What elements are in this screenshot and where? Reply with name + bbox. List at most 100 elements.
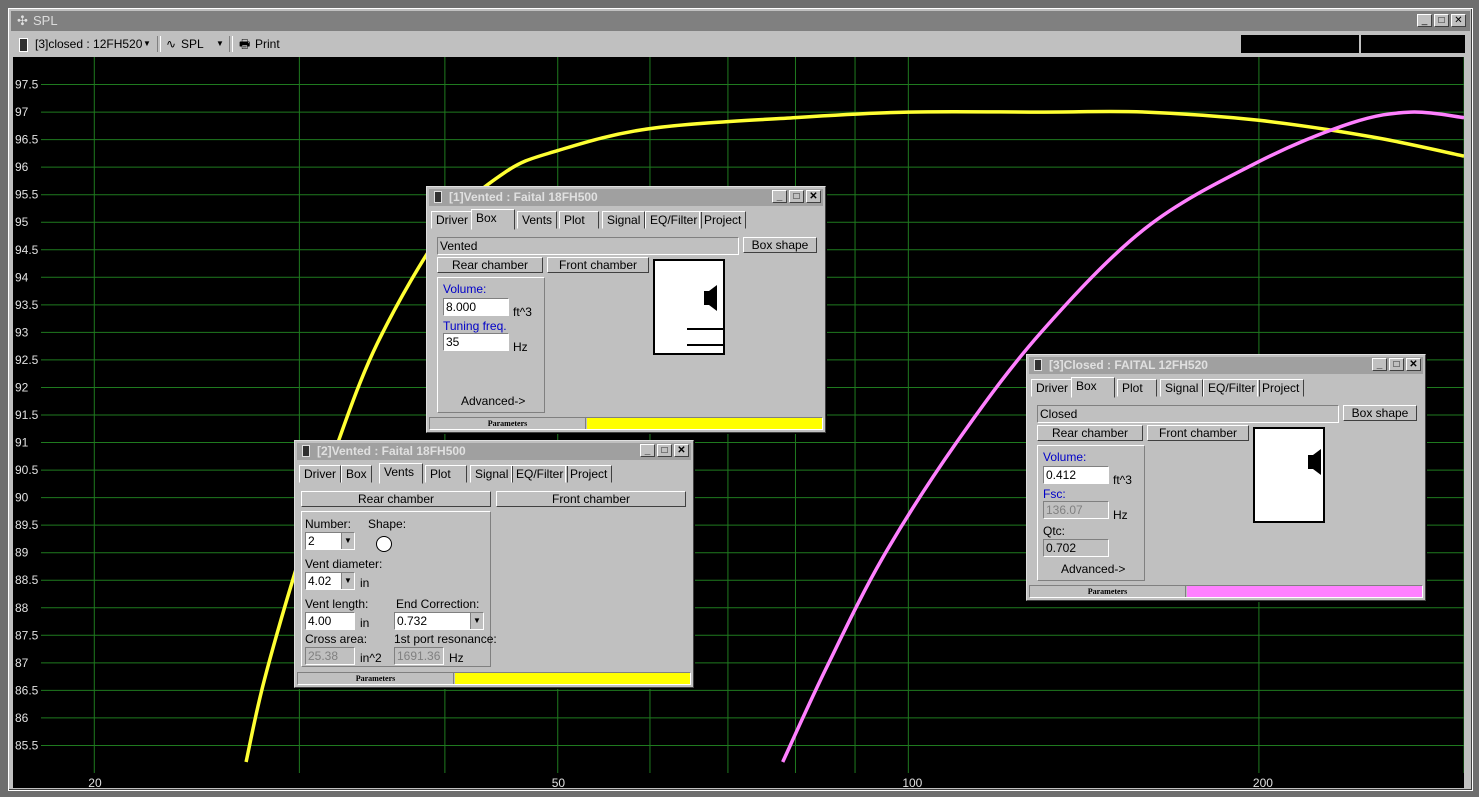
minimize-button[interactable]: _: [1417, 14, 1432, 27]
y-tick-label: 97: [15, 105, 29, 119]
box-type-field[interactable]: Vented: [437, 237, 739, 255]
vented-vents-window-2: [2]Vented : Faital 18FH500 _ □ ✕ Driver …: [294, 440, 694, 688]
minimize-button[interactable]: _: [1372, 358, 1387, 371]
chevron-down-icon[interactable]: ▼: [341, 533, 354, 549]
circle-shape-icon[interactable]: [376, 536, 392, 552]
minimize-button[interactable]: _: [640, 444, 655, 457]
status-bar: Parameters: [429, 417, 823, 430]
tab-driver[interactable]: Driver: [299, 465, 341, 483]
maximize-button[interactable]: □: [1389, 358, 1404, 371]
y-tick-label: 92: [15, 380, 29, 394]
close-button[interactable]: ✕: [1451, 14, 1466, 27]
diameter-value: 4.02: [308, 574, 332, 588]
fsc-unit: Hz: [1113, 508, 1128, 522]
y-tick-label: 89.5: [15, 518, 39, 532]
front-chamber-button[interactable]: Front chamber: [496, 491, 686, 507]
advanced-link[interactable]: Advanced->: [1061, 562, 1125, 576]
advanced-link[interactable]: Advanced->: [461, 394, 525, 408]
window-titlebar[interactable]: [2]Vented : Faital 18FH500 _ □ ✕: [297, 443, 691, 460]
window-titlebar[interactable]: [1]Vented : Faital 18FH500 _ □ ✕: [429, 189, 823, 206]
tab-plot[interactable]: Plot: [559, 211, 599, 229]
number-value: 2: [308, 534, 315, 548]
front-chamber-button[interactable]: Front chamber: [547, 257, 649, 273]
y-tick-label: 95: [15, 215, 29, 229]
tab-driver[interactable]: Driver: [1031, 379, 1073, 397]
maximize-button[interactable]: □: [1434, 14, 1449, 27]
chevron-down-icon[interactable]: ▼: [341, 573, 354, 589]
project-dropdown-icon[interactable]: ▼: [143, 35, 151, 53]
tab-box[interactable]: Box: [1071, 377, 1115, 398]
fsc-label: Fsc:: [1043, 487, 1066, 501]
rear-chamber-button[interactable]: Rear chamber: [301, 491, 491, 507]
shape-label: Shape:: [368, 517, 407, 531]
volume-input[interactable]: 0.412: [1043, 466, 1109, 484]
tab-project[interactable]: Project: [565, 465, 613, 483]
y-tick-label: 96.5: [15, 133, 39, 147]
rear-chamber-button[interactable]: Rear chamber: [1037, 425, 1143, 441]
volume-label: Volume:: [443, 282, 487, 296]
vented-box-window-1: [1]Vented : Faital 18FH500 _ □ ✕ Driver …: [426, 186, 826, 433]
project-select[interactable]: [3]closed : 12FH520: [35, 35, 142, 53]
box-type-field[interactable]: Closed: [1037, 405, 1339, 423]
box-preview: [653, 259, 725, 355]
close-button[interactable]: ✕: [1406, 358, 1421, 371]
minimize-button[interactable]: _: [772, 190, 787, 203]
rear-chamber-panel: Volume: 0.412 ft^3 Fsc: 136.07 Hz Qtc: 0…: [1037, 445, 1145, 581]
volume-label: Volume:: [1043, 450, 1087, 464]
box-shape-button[interactable]: Box shape: [743, 237, 817, 253]
tab-eq-filter[interactable]: EQ/Filter: [511, 465, 569, 483]
spl-titlebar[interactable]: ✣ SPL _ □ ✕: [11, 11, 1470, 31]
maximize-button[interactable]: □: [657, 444, 672, 457]
tab-project[interactable]: Project: [699, 211, 747, 229]
print-button[interactable]: Print: [255, 35, 280, 53]
tab-driver[interactable]: Driver: [431, 211, 473, 229]
readout-box-1: [1241, 35, 1359, 53]
tab-signal[interactable]: Signal: [470, 465, 514, 483]
length-input[interactable]: 4.00: [305, 612, 355, 630]
number-combo[interactable]: 2 ▼: [305, 532, 355, 550]
y-tick-label: 95.5: [15, 188, 39, 202]
plot-dropdown-icon[interactable]: ▼: [216, 35, 224, 53]
tab-project[interactable]: Project: [1257, 379, 1305, 397]
tuning-label: Tuning freq.: [443, 319, 507, 333]
plot-select[interactable]: SPL: [181, 35, 204, 53]
close-button[interactable]: ✕: [806, 190, 821, 203]
tab-eq-filter[interactable]: EQ/Filter: [1203, 379, 1261, 397]
maximize-button[interactable]: □: [789, 190, 804, 203]
volume-input[interactable]: 8.000: [443, 298, 509, 316]
front-chamber-button[interactable]: Front chamber: [1147, 425, 1249, 441]
cross-area-unit: in^2: [360, 651, 382, 665]
tab-signal[interactable]: Signal: [1160, 379, 1204, 397]
y-tick-label: 85.5: [15, 738, 39, 752]
length-label: Vent length:: [305, 597, 369, 611]
x-tick-label: 20: [88, 776, 102, 788]
tab-eq-filter[interactable]: EQ/Filter: [645, 211, 703, 229]
tab-plot[interactable]: Plot: [1117, 379, 1157, 397]
y-tick-label: 92.5: [15, 353, 39, 367]
diameter-combo[interactable]: 4.02 ▼: [305, 572, 355, 590]
status-bar: Parameters: [1029, 585, 1423, 598]
close-button[interactable]: ✕: [674, 444, 689, 457]
box-shape-button[interactable]: Box shape: [1343, 405, 1417, 421]
tab-strip: Driver Box Vents Plot Signal EQ/Filter P…: [431, 209, 821, 230]
tab-box[interactable]: Box: [471, 209, 515, 230]
x-tick-label: 100: [902, 776, 922, 788]
end-correction-combo[interactable]: 0.732 ▼: [394, 612, 484, 630]
tab-vents[interactable]: Vents: [379, 463, 423, 484]
tuning-input[interactable]: 35: [443, 333, 509, 351]
speaker-icon: [302, 445, 310, 457]
port-resonance-field: 1691.36: [394, 647, 444, 665]
tab-signal[interactable]: Signal: [602, 211, 646, 229]
y-tick-label: 88: [15, 601, 29, 615]
tab-box[interactable]: Box: [341, 465, 372, 483]
cross-area-label: Cross area:: [305, 632, 368, 646]
window-titlebar[interactable]: [3]Closed : FAITAL 12FH520 _ □ ✕: [1029, 357, 1423, 374]
fsc-field: 136.07: [1043, 501, 1109, 519]
cross-area-field: 25.38: [305, 647, 355, 665]
rear-chamber-button[interactable]: Rear chamber: [437, 257, 543, 273]
tab-vents[interactable]: Vents: [517, 211, 558, 229]
speaker-diagram: [1308, 449, 1321, 475]
y-tick-label: 90: [15, 491, 29, 505]
chevron-down-icon[interactable]: ▼: [470, 613, 483, 629]
tab-plot[interactable]: Plot: [425, 465, 467, 483]
